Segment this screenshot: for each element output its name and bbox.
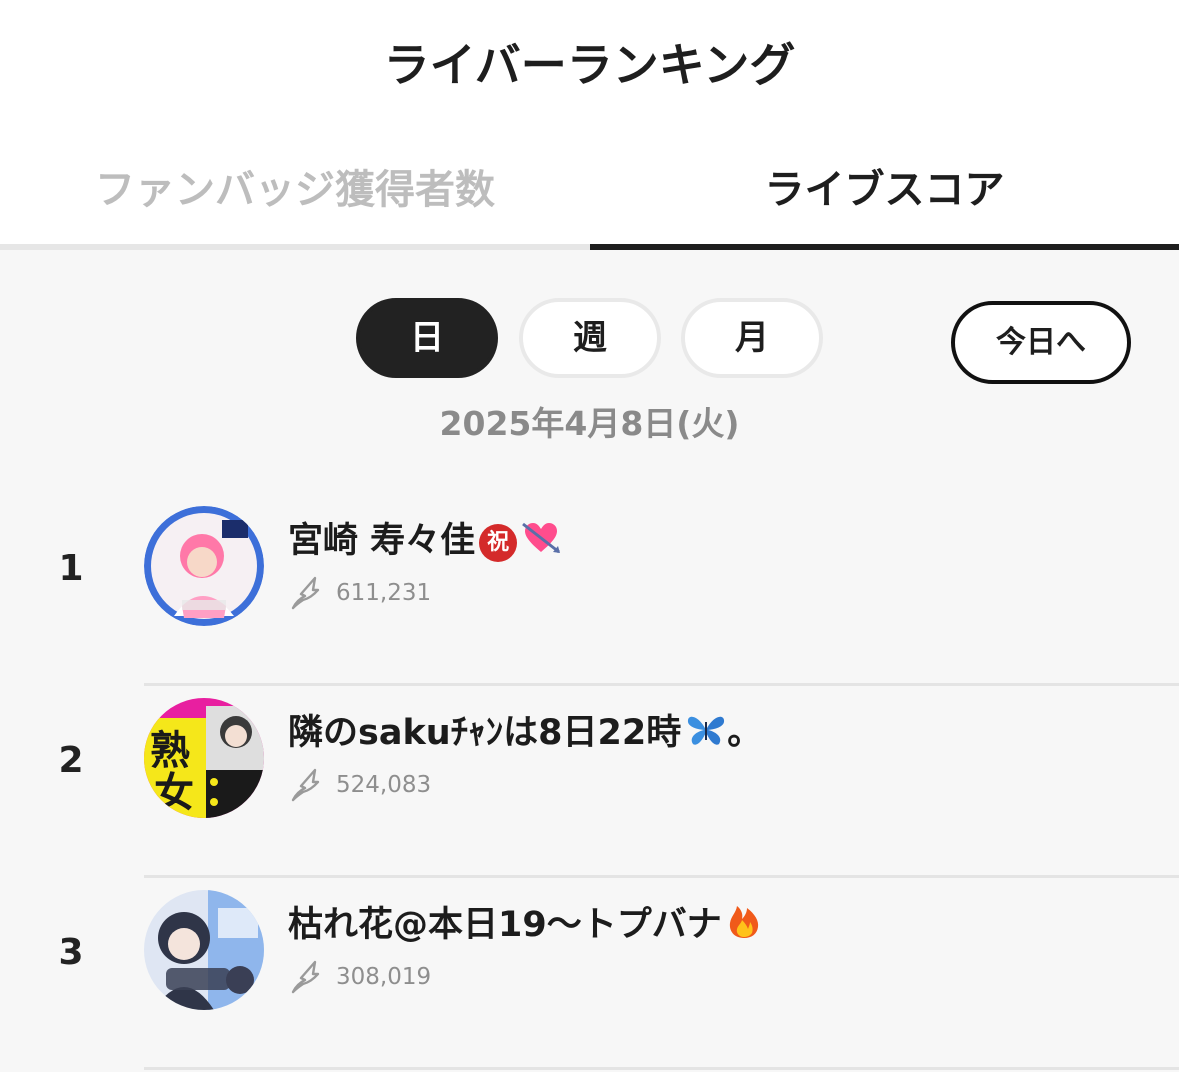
liver-name[interactable]: 隣のsakuﾁｬﾝは8日22時 。 [288,708,762,762]
avatar[interactable] [144,506,264,626]
active-tab-indicator [590,244,1179,250]
live-score-value: 308,019 [336,964,432,990]
butterfly-icon [685,712,727,762]
ranking-date: 2025年4月8日(火) [439,404,740,443]
live-score-icon [291,960,320,994]
liver-name[interactable]: 宮崎 寿々佳祝 [288,516,561,570]
rank-number: 3 [58,932,84,973]
page-title: ライバーランキング [383,38,796,92]
avatar[interactable] [144,890,264,1010]
liver-name-text: 隣のsakuﾁｬﾝは8日22時 [288,713,682,753]
liver-name-text: 枯れ花@本日19〜トプバナ [288,905,722,945]
ranking-row[interactable]: 1 宮崎 寿々佳祝 611,231 [0,494,1179,686]
period-week-button[interactable]: 週 [519,298,661,378]
tab-underline [0,244,590,250]
liver-name-text: 宮崎 寿々佳 [288,521,476,561]
fire-icon [726,902,762,954]
svg-text:女: 女 [154,770,194,816]
period-day-button[interactable]: 日 [356,298,498,378]
ranking-row[interactable]: 3 枯れ花@本日19〜トプバナ 308,019 [0,878,1179,1070]
live-score-value: 524,083 [336,772,432,798]
congratulation-badge-icon: 祝 [479,524,518,562]
live-score-value: 611,231 [336,580,432,606]
ranking-row[interactable]: 2 熟 女 隣のsakuﾁｬﾝは8日22時 。 524,083 [0,686,1179,878]
row-divider [144,1067,1179,1070]
live-score-icon [291,576,320,610]
header-area: ライバーランキング ファンバッジ獲得者数 ライブスコア [0,0,1179,250]
avatar[interactable]: 熟 女 [144,698,264,818]
heart-with-arrow-icon [521,520,561,570]
live-score-icon [291,768,320,802]
tab-live-score[interactable]: ライブスコア [590,155,1179,225]
svg-text:熟: 熟 [150,728,190,774]
rank-number: 2 [58,740,84,781]
liver-name-suffix: 。 [727,713,763,753]
rank-number: 1 [58,548,84,589]
liver-name[interactable]: 枯れ花@本日19〜トプバナ [288,900,762,954]
tab-fan-badge[interactable]: ファンバッジ獲得者数 [0,155,590,225]
period-month-button[interactable]: 月 [681,298,823,378]
go-to-today-button[interactable]: 今日へ [951,301,1131,384]
